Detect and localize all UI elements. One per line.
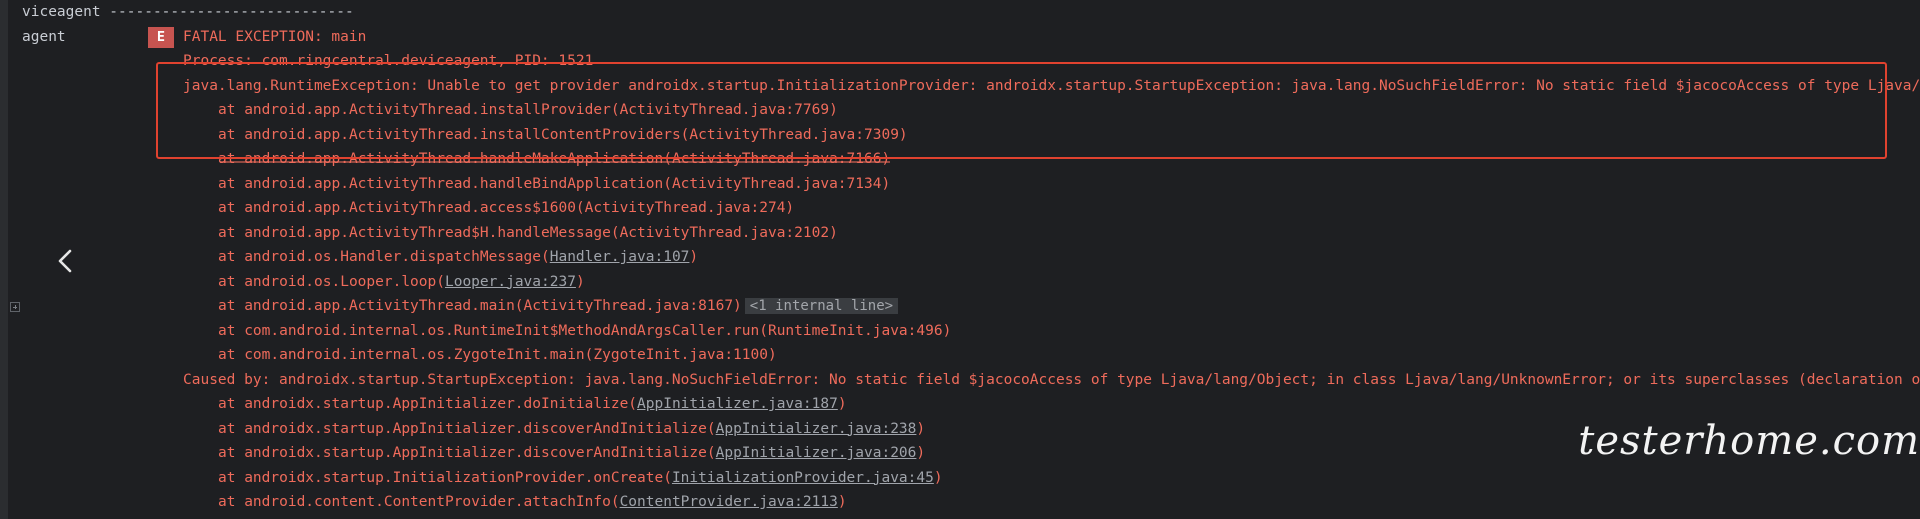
stack-frame-line[interactable]: at android.app.ActivityThread.handleMake… bbox=[0, 147, 1920, 172]
stack-frame-text: at android.app.ActivityThread.handleBind… bbox=[218, 172, 890, 197]
logcat-panel: viceagent ---------------------------- a… bbox=[0, 0, 1920, 519]
frame-method: at androidx.startup.AppInitializer.disco… bbox=[218, 420, 716, 437]
stack-frame-text: at android.app.ActivityThread$H.handleMe… bbox=[218, 221, 838, 246]
stack-frame-text: at android.os.Handler.dispatchMessage(Ha… bbox=[218, 245, 698, 270]
folded-lines-chip[interactable]: <1 internal line> bbox=[744, 298, 899, 314]
frame-suffix: ) bbox=[916, 420, 926, 437]
source-file-link[interactable]: InitializationProvider.java:45 bbox=[672, 470, 934, 486]
watermark-text: testerhome.com bbox=[1578, 418, 1920, 464]
stack-frame-text: at android.content.ContentProvider.attac… bbox=[218, 490, 847, 515]
stack-frame-line[interactable]: at androidx.startup.InitializationProvid… bbox=[0, 466, 1920, 491]
log-line-separator: viceagent ---------------------------- bbox=[0, 0, 354, 25]
frame-method: at com.android.internal.os.RuntimeInit$M… bbox=[218, 322, 952, 339]
caused-by-text: Caused by: androidx.startup.StartupExcep… bbox=[183, 371, 1920, 388]
source-file-link[interactable]: Handler.java:107 bbox=[550, 249, 690, 265]
source-file-link[interactable]: AppInitializer.java:206 bbox=[716, 445, 917, 461]
frame-method: at androidx.startup.AppInitializer.doIni… bbox=[218, 396, 638, 412]
exception-text: java.lang.RuntimeException: Unable to ge… bbox=[183, 77, 1920, 94]
frame-suffix: ) bbox=[575, 273, 585, 290]
source-file-link[interactable]: Looper.java:237 bbox=[445, 274, 576, 290]
frame-method: at androidx.startup.AppInitializer.disco… bbox=[218, 445, 716, 461]
stack-frame-line[interactable]: at com.android.internal.os.ZygoteInit.ma… bbox=[0, 343, 1920, 368]
stack-frame-text: at androidx.startup.AppInitializer.disco… bbox=[218, 441, 925, 466]
frame-method: at com.android.internal.os.ZygoteInit.ma… bbox=[218, 347, 777, 363]
frame-suffix: ) bbox=[933, 469, 943, 486]
stack-frame-text: at android.app.ActivityThread.access$160… bbox=[218, 196, 794, 221]
frame-method: at android.os.Handler.dispatchMessage( bbox=[218, 249, 550, 265]
process-text: Process: com.ringcentral.deviceagent, PI… bbox=[183, 53, 594, 69]
frame-method: at android.app.ActivityThread$H.handleMe… bbox=[218, 224, 838, 241]
frame-method: at androidx.startup.InitializationProvid… bbox=[218, 469, 672, 486]
stack-frame-line[interactable]: at android.app.ActivityThread.installPro… bbox=[0, 98, 1920, 123]
stack-frame-line[interactable]: at android.content.ContentProvider.attac… bbox=[0, 490, 1920, 515]
frame-method: at android.os.Looper.loop( bbox=[218, 273, 445, 290]
stack-frame-line[interactable]: at com.android.internal.os.RuntimeInit$M… bbox=[0, 319, 1920, 344]
expand-icon[interactable] bbox=[10, 302, 20, 312]
frame-method: at android.app.ActivityThread.installPro… bbox=[218, 102, 838, 118]
tag-text: viceagent ---------------------------- bbox=[22, 4, 354, 20]
source-file-link[interactable]: ContentProvider.java:2113 bbox=[620, 494, 838, 510]
frame-method: at android.app.ActivityThread.handleBind… bbox=[218, 175, 891, 192]
stack-frame-line[interactable]: at android.os.Handler.dispatchMessage(Ha… bbox=[0, 245, 1920, 270]
log-line-process[interactable]: Process: com.ringcentral.deviceagent, PI… bbox=[0, 49, 1920, 74]
stack-frame-text: at android.app.ActivityThread.main(Activ… bbox=[218, 294, 899, 319]
frame-method: at android.app.ActivityThread.access$160… bbox=[218, 200, 795, 216]
frame-suffix: ) bbox=[916, 445, 926, 461]
stack-frame-text: at androidx.startup.InitializationProvid… bbox=[218, 466, 943, 491]
stack-frame-text: at androidx.startup.AppInitializer.disco… bbox=[218, 417, 925, 442]
frame-suffix: ) bbox=[837, 396, 847, 412]
tag-text: agent bbox=[22, 28, 66, 45]
frame-method: at android.app.ActivityThread.handleMake… bbox=[218, 151, 891, 167]
stack-frame-line[interactable]: at android.app.ActivityThread$H.handleMe… bbox=[0, 221, 1920, 246]
frame-method: at android.app.ActivityThread.installCon… bbox=[218, 126, 908, 143]
log-line-fatal[interactable]: agent E FATAL EXCEPTION: main bbox=[0, 25, 1920, 50]
stack-frame-line[interactable]: at android.app.ActivityThread.access$160… bbox=[0, 196, 1920, 221]
stack-frame-text: at android.app.ActivityThread.installPro… bbox=[218, 98, 838, 123]
frame-suffix: ) bbox=[689, 249, 699, 265]
stack-frame-text: at android.app.ActivityThread.installCon… bbox=[218, 123, 908, 148]
stack-frame-text: at android.app.ActivityThread.handleMake… bbox=[218, 147, 890, 172]
frame-suffix: ) bbox=[837, 494, 847, 510]
back-arrow-icon[interactable] bbox=[52, 244, 80, 278]
stack-frame-text: at com.android.internal.os.RuntimeInit$M… bbox=[218, 319, 951, 344]
log-line-caused-by[interactable]: Caused by: androidx.startup.StartupExcep… bbox=[0, 368, 1920, 393]
stack-frame-line[interactable]: at android.os.Looper.loop(Looper.java:23… bbox=[0, 270, 1920, 295]
strike-mark bbox=[220, 161, 890, 163]
source-file-link[interactable]: AppInitializer.java:238 bbox=[716, 421, 917, 437]
stack-frame-text: at androidx.startup.AppInitializer.doIni… bbox=[218, 392, 847, 417]
fatal-exception-text: FATAL EXCEPTION: main bbox=[183, 28, 367, 45]
stack-frame-line[interactable]: at android.app.ActivityThread.installCon… bbox=[0, 123, 1920, 148]
frame-method: at android.content.ContentProvider.attac… bbox=[218, 494, 620, 510]
stack-frame-line[interactable]: at androidx.startup.AppInitializer.doIni… bbox=[0, 392, 1920, 417]
log-line-exception[interactable]: java.lang.RuntimeException: Unable to ge… bbox=[0, 74, 1920, 99]
frame-method: at android.app.ActivityThread.main(Activ… bbox=[218, 298, 742, 314]
stack-frame-line[interactable]: at android.app.ActivityThread.handleBind… bbox=[0, 172, 1920, 197]
stack-frame-line[interactable]: at android.app.ActivityThread.main(Activ… bbox=[0, 294, 1920, 319]
source-file-link[interactable]: AppInitializer.java:187 bbox=[637, 396, 838, 412]
error-level-badge: E bbox=[148, 26, 174, 48]
stack-frame-text: at android.os.Looper.loop(Looper.java:23… bbox=[218, 270, 585, 295]
stack-frame-text: at com.android.internal.os.ZygoteInit.ma… bbox=[218, 343, 777, 368]
